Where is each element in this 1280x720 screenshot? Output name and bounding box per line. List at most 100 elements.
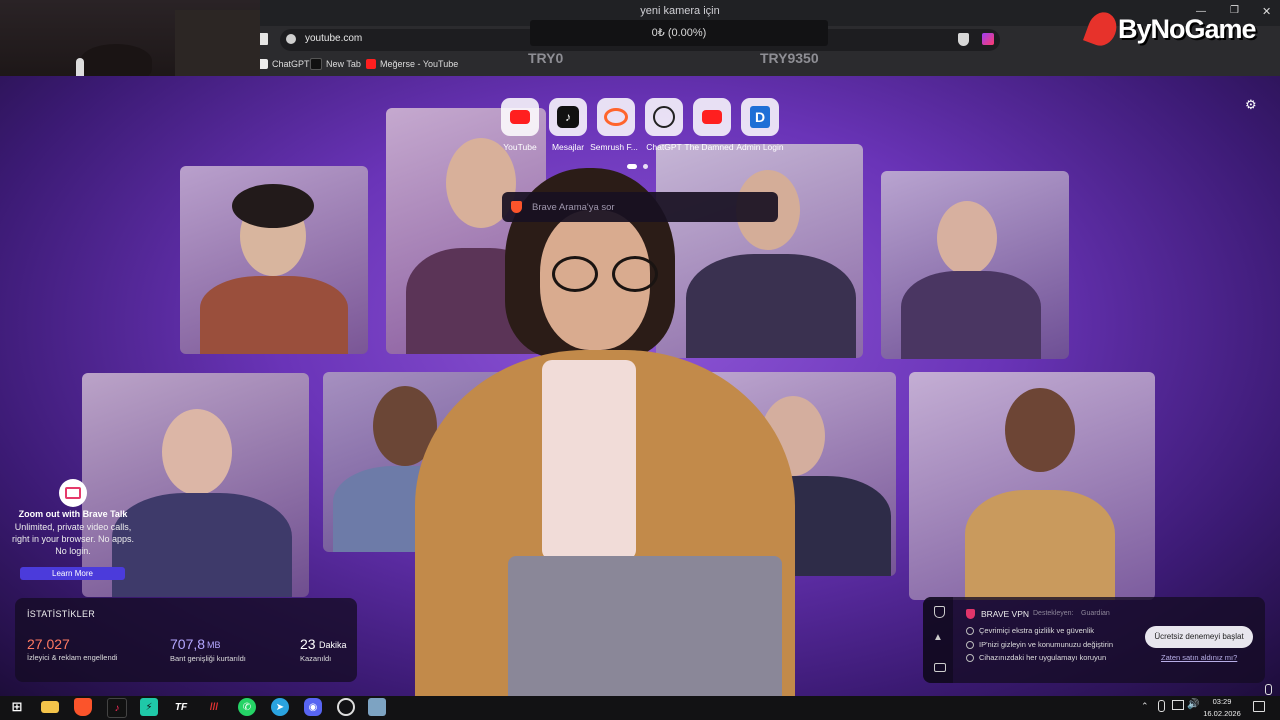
time-value: 23 [300,636,316,652]
green-app-icon[interactable]: ⚡ [140,698,158,716]
photo-app-icon[interactable] [368,698,386,716]
photo-person [162,409,232,495]
windows-start-icon[interactable]: ⊞ [8,698,26,716]
notification-icon[interactable] [1253,701,1265,712]
bookmark-label: Meğerse - YouTube [380,59,459,69]
glasses-icon [552,256,598,292]
bookmark-chatgpt[interactable]: ChatGPT [258,56,310,72]
top-site-chatgpt[interactable] [645,98,683,136]
video-camera-icon [59,479,87,507]
speaker-icon[interactable]: 🔊 [1187,699,1199,710]
camera-shape [65,487,81,499]
background-photo-tile [82,373,309,597]
youtube-icon [366,59,376,69]
background-photo-tile [909,372,1155,600]
photo-body [901,271,1041,359]
chatgpt-icon [653,106,675,128]
start-trial-button[interactable]: Ücretsiz denemeyi başlat [1145,626,1253,648]
photo-body [200,276,348,354]
time-label: Kazanıldı [300,654,332,663]
site-info-icon[interactable] [286,34,296,44]
photo-body [112,493,292,597]
brave-talk-body: Unlimited, private video calls, right in… [11,522,135,556]
tf-icon[interactable]: TF [172,698,190,716]
network-icon[interactable] [1172,700,1184,710]
brave-vpn-icon [966,609,975,619]
vpn-shield-icon[interactable] [934,606,945,618]
brave-talk-title: Zoom out with Brave Talk [18,509,128,519]
learn-more-button[interactable]: Learn More [20,567,125,580]
gear-icon[interactable]: ⚙ [1245,97,1257,113]
top-site-admin-login[interactable]: D [741,98,779,136]
background-photo-tile [180,166,368,354]
background-photo-tile [881,171,1069,359]
brave-lion-icon [511,201,522,213]
discord-icon[interactable]: ◉ [304,698,322,716]
background-photo-tile [656,144,863,358]
check-icon [966,641,974,649]
microphone-icon[interactable] [1265,684,1272,695]
glasses-icon [612,256,658,292]
top-site-mesajlar[interactable]: ♪ [549,98,587,136]
brave-shields-icon[interactable] [958,33,969,46]
check-icon [966,627,974,635]
top-site-the-damned[interactable] [693,98,731,136]
brave-rewards-icon[interactable] [982,33,994,45]
tray-chevron-icon[interactable]: ⌃ [1141,701,1149,712]
time-unit: Dakika [319,640,347,650]
stats-title: İSTATİSTİKLER [27,609,96,619]
clock-time[interactable]: 03:29 [1205,697,1239,706]
check-icon [966,654,974,662]
overlay-right-label: TRY9350 [760,50,819,66]
watermark-brand: ByNoGame [1118,14,1257,44]
webcam-hair [80,44,152,78]
tiktok-icon [310,58,322,70]
speed-text: 0₺ (0.00%) [651,27,707,39]
photo-person [937,201,997,275]
laptop-image [508,556,782,696]
search-input[interactable]: Brave Arama'ya sor [532,202,615,213]
tiktok-icon[interactable]: ♪ [107,698,127,718]
d-logo-icon: D [750,106,770,128]
bookmark-megerse-youtube[interactable]: Meğerse - YouTube [366,56,458,72]
bookmark-icon[interactable] [259,33,268,45]
obs-icon[interactable] [337,698,355,716]
vpn-feature: Çevrimiçi ekstra gizlilik ve güvenlik [979,626,1095,635]
video-icon[interactable] [934,663,946,672]
photo-body [965,490,1115,600]
bandwidth-unit: MB [207,640,221,650]
bandwidth-label: Bant genişliği kurtarıldı [170,654,246,663]
telegram-icon[interactable]: ➤ [271,698,289,716]
close-icon[interactable]: ✕ [1262,5,1271,18]
bandwidth-value: 707,8 [170,636,206,652]
warning-icon[interactable]: ▲ [933,632,943,643]
blocked-label: İzleyici & reklam engellendi [27,653,118,662]
url-text[interactable]: youtube.com [305,33,362,44]
page-dot-active[interactable] [627,164,637,169]
page-dot[interactable] [643,164,648,169]
file-explorer-icon[interactable] [41,701,59,713]
photo-hair [232,184,314,228]
whatsapp-icon[interactable]: ✆ [238,698,256,716]
semrush-icon [604,108,628,126]
brave-icon[interactable] [74,698,92,716]
photo-body [686,254,856,358]
clock-date[interactable]: 16.02.2026 [1199,709,1245,718]
bookmark-label: ChatGPT [272,59,310,69]
foreground-shirt [542,360,636,560]
microphone-icon[interactable] [1158,700,1165,712]
youtube-icon [702,110,722,124]
window-title: yeni kamera için [640,5,720,17]
top-site-youtube[interactable] [501,98,539,136]
vpn-partner: Guardian [1081,610,1110,617]
top-site-semrush[interactable] [597,98,635,136]
overlay-left-label: TRY0 [528,50,564,66]
vpn-feature: Cihazınızdaki her uygulamayı koruyun [979,653,1107,662]
top-site-label[interactable]: Admin Login [715,142,805,152]
vpn-powered-by: Destekleyen: [1033,610,1074,617]
bookmark-new-tab[interactable]: New Tab [310,56,361,72]
already-purchased-link[interactable]: Zaten satın aldınız mı? [1161,653,1237,662]
red-app-icon[interactable]: /// [205,698,223,716]
blocked-count: 27.027 [27,636,70,652]
tiktok-icon: ♪ [557,106,579,128]
